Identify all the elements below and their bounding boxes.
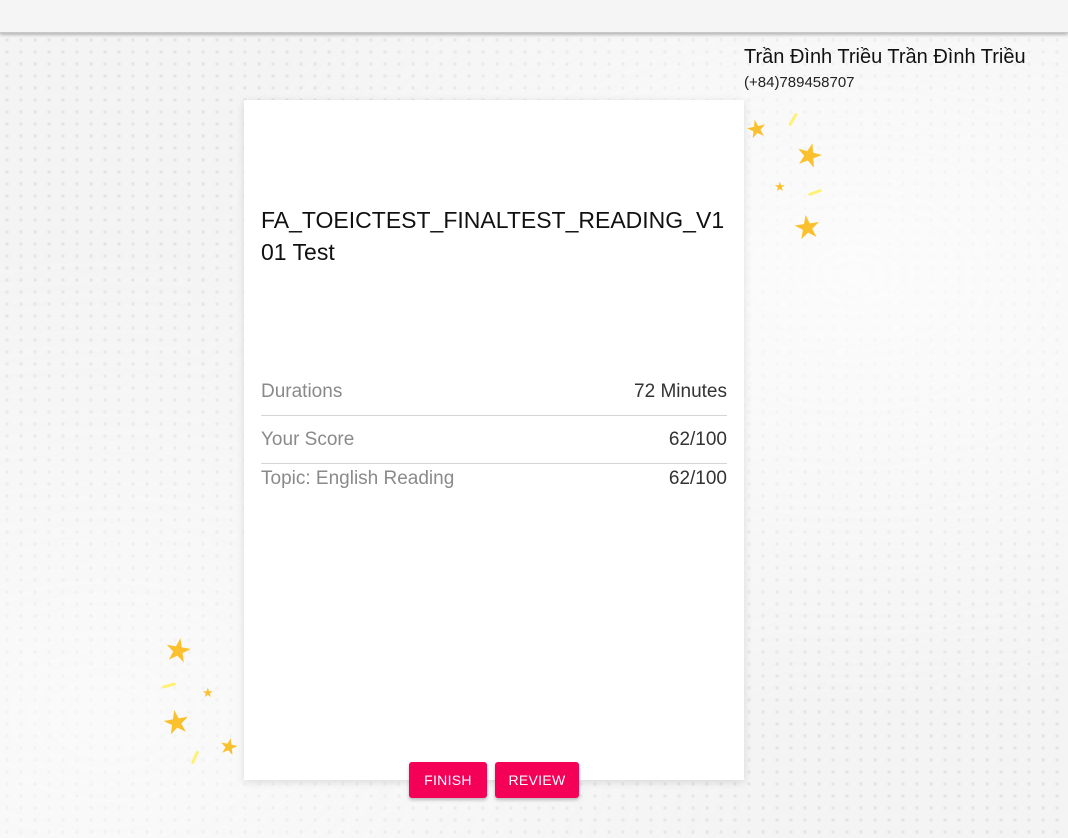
top-app-bar <box>0 0 1068 33</box>
duration-label: Durations <box>261 381 343 402</box>
star-icon: ★ <box>774 179 786 194</box>
user-name: Trần Đình Triều Trần Đình Triều <box>744 46 1026 68</box>
divider <box>261 463 727 464</box>
topic-value: 62/100 <box>668 468 727 489</box>
duration-value: 72 Minutes <box>634 381 727 402</box>
topic-label: Topic: English Reading <box>261 468 455 489</box>
topic-row: Topic: English Reading 62/100 <box>261 467 727 491</box>
duration-row: Durations 72 Minutes <box>261 380 727 404</box>
review-button[interactable]: REVIEW <box>495 762 579 798</box>
star-icon: ★ <box>159 701 194 743</box>
finish-button[interactable]: FINISH <box>409 762 487 798</box>
divider <box>261 415 727 416</box>
score-label: Your Score <box>261 429 355 450</box>
score-row: Your Score 62/100 <box>261 428 727 452</box>
score-value: 62/100 <box>668 429 727 450</box>
star-icon: ★ <box>743 114 770 145</box>
star-icon: ★ <box>202 685 214 700</box>
user-phone: (+84)789458707 <box>744 74 855 91</box>
star-icon: ★ <box>161 629 196 671</box>
star-icon: ★ <box>790 207 825 247</box>
user-info: Trần Đình Triều Trần Đình Triều (+84)789… <box>744 44 1064 91</box>
result-card: FA_TOEICTEST_FINALTEST_READING_V101 Test… <box>244 100 744 780</box>
test-title: FA_TOEICTEST_FINALTEST_READING_V101 Test <box>261 207 725 265</box>
